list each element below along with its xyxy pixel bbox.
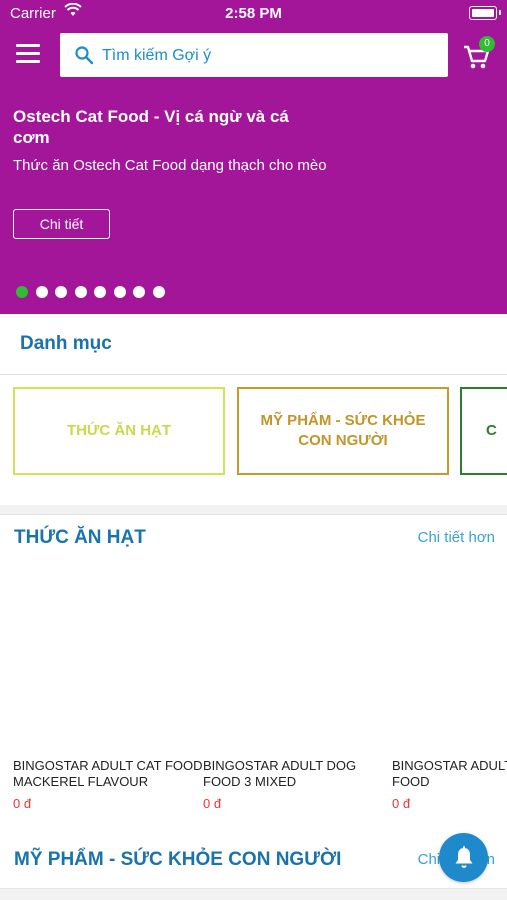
search-input[interactable] [100, 33, 444, 79]
category-section-header: Danh mục [0, 314, 507, 375]
carousel-dot[interactable] [113, 286, 126, 298]
carousel-dot[interactable] [55, 286, 67, 298]
product-card[interactable]: BINGOSTAR ADULT CAT FOOD MACKEREL FLAVOU… [13, 563, 203, 823]
carousel-dot[interactable] [74, 286, 87, 298]
product-card[interactable]: BINGOSTAR ADULT FOOD 0 đ [392, 563, 507, 823]
cart-count-badge: 0 [479, 36, 495, 52]
carousel-dot[interactable] [94, 286, 106, 298]
carousel-dot[interactable] [152, 286, 165, 298]
product-image [392, 563, 507, 748]
bell-icon [455, 846, 473, 868]
product-price: 0 đ [203, 796, 222, 811]
cosmetics-section-header: MỸ PHẨM - SỨC KHỎE CON NGƯỜI Chi tiết hơ… [0, 833, 507, 889]
carousel-dot[interactable] [16, 286, 28, 298]
notification-button[interactable] [439, 833, 488, 882]
product-price: 0 đ [392, 796, 411, 811]
product-image [203, 563, 388, 748]
carousel-dot[interactable] [133, 286, 145, 298]
product-name: BINGOSTAR ADULT DOG FOOD 3 MIXED [203, 758, 357, 789]
battery-icon [469, 6, 497, 20]
product-section-header: THỨC ĂN HẠT Chi tiết hơn [0, 514, 507, 564]
category-card-my-pham[interactable]: MỸ PHẨM - SỨC KHỎE CON NGƯỜI [237, 387, 449, 475]
banner-detail-button[interactable]: Chi tiết [13, 209, 110, 239]
banner-description: Thức ăn Ostech Cat Food dạng thạch cho m… [13, 157, 327, 174]
product-card[interactable]: BINGOSTAR ADULT DOG FOOD 3 MIXED 0 đ [203, 563, 388, 823]
promo-banner[interactable]: Ostech Cat Food - Vị cá ngừ và cá cơm Th… [0, 82, 507, 314]
top-bar: 0 [0, 28, 507, 82]
search-icon [75, 46, 94, 65]
carousel-pagination[interactable] [16, 285, 172, 303]
product-section-title: THỨC ĂN HẠT [14, 527, 146, 548]
category-card-thuc-an-hat[interactable]: THỨC ĂN HẠT [13, 387, 225, 475]
product-price: 0 đ [13, 796, 32, 811]
product-image [13, 563, 198, 748]
battery-tip [499, 10, 501, 15]
category-card-label: MỸ PHẨM - SỨC KHỎE CON NGƯỜI [260, 412, 426, 449]
category-carousel[interactable]: THỨC ĂN HẠT MỸ PHẨM - SỨC KHỎE CON NGƯỜI… [0, 375, 507, 505]
product-name: BINGOSTAR ADULT FOOD [392, 758, 507, 789]
product-name: BINGOSTAR ADULT CAT FOOD MACKEREL FLAVOU… [13, 758, 203, 789]
status-bar: Carrier 2:58 PM [0, 0, 507, 28]
category-section-title: Danh mục [20, 333, 112, 354]
category-card-label: C [486, 422, 497, 439]
category-card-label: THỨC ĂN HẠT [66, 422, 172, 439]
product-carousel[interactable]: BINGOSTAR ADULT CAT FOOD MACKEREL FLAVOU… [0, 563, 507, 833]
category-card-partial[interactable]: C [460, 387, 507, 475]
clock: 2:58 PM [225, 5, 282, 22]
cart-button[interactable]: 0 [462, 36, 496, 74]
banner-title: Ostech Cat Food - Vị cá ngừ và cá cơm [13, 107, 289, 147]
see-more-link[interactable]: Chi tiết hơn [418, 529, 495, 546]
cosmetics-section-title: MỸ PHẨM - SỨC KHỎE CON NGƯỜI [14, 849, 342, 870]
search-box[interactable] [60, 33, 448, 79]
carousel-dot[interactable] [35, 286, 48, 298]
hamburger-menu-icon[interactable] [16, 44, 42, 66]
